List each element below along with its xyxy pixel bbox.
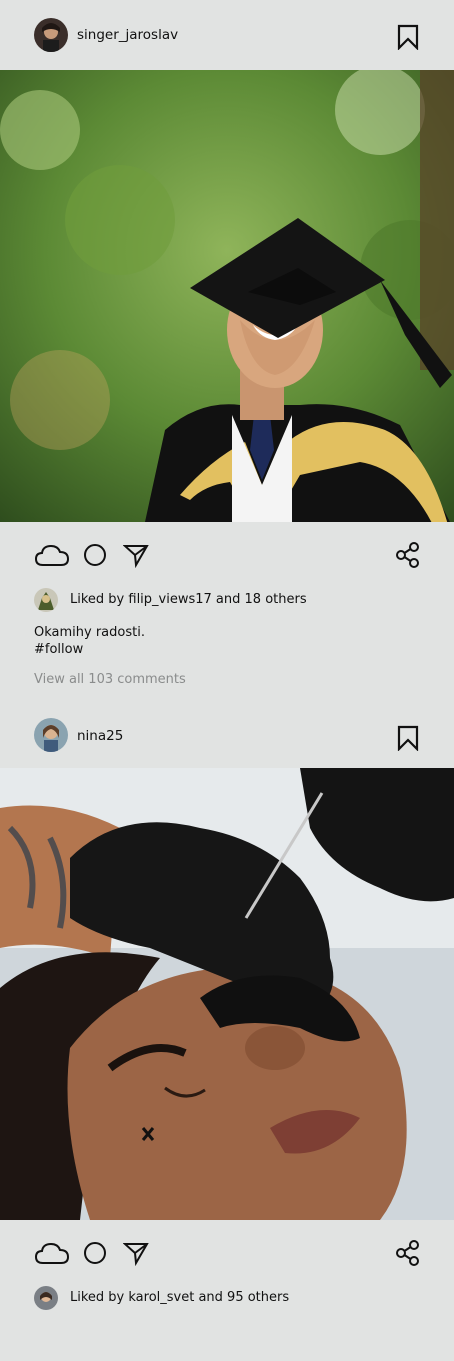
post-header: nina25 bbox=[0, 698, 454, 768]
username[interactable]: singer_jaroslav bbox=[77, 27, 178, 43]
post-caption: Okamihy radosti. #follow bbox=[0, 624, 454, 658]
caption-hashtag[interactable]: #follow bbox=[34, 641, 454, 658]
liker-avatar[interactable] bbox=[34, 1286, 58, 1310]
user-avatar[interactable] bbox=[34, 718, 68, 752]
post-2: nina25 Liked by karol_svet and 95 others bbox=[0, 698, 454, 1326]
send-icon[interactable] bbox=[123, 1240, 149, 1266]
comment-circle-icon[interactable] bbox=[83, 1240, 107, 1266]
caption-text: Okamihy radosti. bbox=[34, 625, 145, 640]
post-1: singer_jaroslav Liked by filip_views17 a… bbox=[0, 0, 454, 698]
user-avatar[interactable] bbox=[34, 18, 68, 52]
liker-avatar[interactable] bbox=[34, 588, 58, 612]
comment-circle-icon[interactable] bbox=[83, 542, 107, 568]
cloud-icon[interactable] bbox=[34, 542, 70, 568]
share-icon[interactable] bbox=[396, 542, 422, 568]
send-icon[interactable] bbox=[123, 542, 149, 568]
post-photo-piercing[interactable] bbox=[0, 768, 454, 1220]
liked-by-text[interactable]: Liked by filip_views17 and 18 others bbox=[70, 592, 307, 607]
bookmark-icon[interactable] bbox=[396, 24, 420, 50]
post-actions bbox=[0, 522, 454, 588]
liked-by-text[interactable]: Liked by karol_svet and 95 others bbox=[70, 1290, 289, 1305]
bookmark-icon[interactable] bbox=[396, 725, 420, 751]
post-photo-graduate[interactable] bbox=[0, 70, 454, 522]
share-icon[interactable] bbox=[396, 1240, 422, 1266]
username[interactable]: nina25 bbox=[77, 728, 123, 744]
view-comments-link[interactable]: View all 103 comments bbox=[0, 658, 454, 698]
cloud-icon[interactable] bbox=[34, 1240, 70, 1266]
post-actions bbox=[0, 1220, 454, 1286]
likes-row: Liked by filip_views17 and 18 others bbox=[0, 588, 454, 624]
post-header: singer_jaroslav bbox=[0, 0, 454, 70]
likes-row: Liked by karol_svet and 95 others bbox=[0, 1286, 454, 1326]
